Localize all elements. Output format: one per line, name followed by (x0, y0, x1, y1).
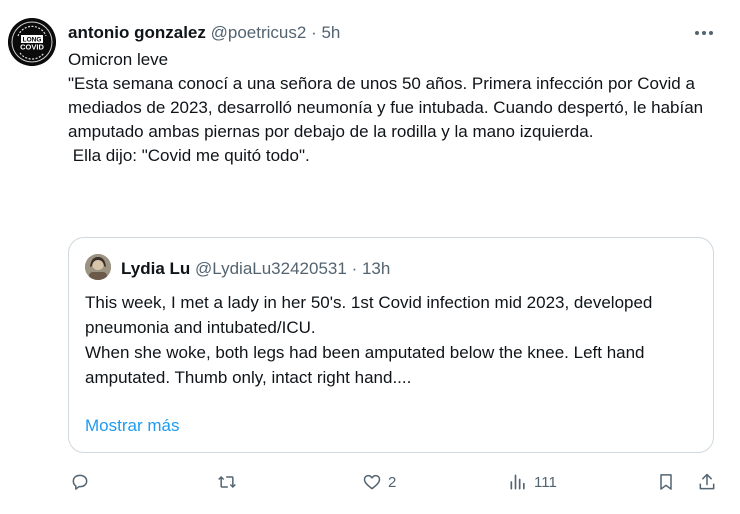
retweet-button[interactable] (217, 468, 243, 496)
quoted-paragraph: This week, I met a lady in her 50's. 1st… (85, 293, 658, 337)
bookmark-icon (660, 474, 672, 490)
long-covid-logo: LONG COVID (8, 18, 56, 66)
more-options-icon[interactable] (692, 22, 716, 44)
tweet[interactable]: LONG COVID antonio gonzalez @poetricus2 … (0, 0, 740, 514)
bookmark-button[interactable] (656, 468, 676, 496)
views-button[interactable]: 111 (508, 468, 557, 496)
separator-dot: · (311, 23, 317, 42)
like-count: 2 (388, 473, 397, 491)
reply-icon (72, 474, 88, 490)
tweet-text: Omicron leve "Esta semana conocí a una s… (68, 48, 728, 168)
quoted-author-handle[interactable]: @LydiaLu32420531 (195, 259, 347, 278)
separator-dot: · (351, 259, 358, 278)
share-button[interactable] (697, 468, 717, 496)
quoted-author-name[interactable]: Lydia Lu (121, 259, 190, 278)
quoted-tweet[interactable]: Lydia Lu @LydiaLu32420531 · 13h This wee… (68, 237, 714, 453)
share-icon (699, 473, 715, 490)
quoted-author-avatar[interactable] (85, 254, 111, 280)
tweet-paragraph: Omicron leve (68, 50, 169, 69)
action-bar: 2 111 (0, 468, 740, 496)
quoted-paragraph: When she woke, both legs had been amputa… (85, 343, 650, 387)
tweet-timestamp[interactable]: 5h (321, 23, 340, 42)
like-button[interactable]: 2 (362, 468, 396, 496)
author-name[interactable]: antonio gonzalez (68, 23, 206, 42)
author-avatar[interactable]: LONG COVID (8, 18, 56, 66)
tweet-paragraph: "Esta semana conocí a una señora de unos… (68, 74, 708, 141)
heart-icon (363, 474, 381, 490)
views-count: 111 (534, 473, 557, 491)
quoted-tweet-header: Lydia Lu @LydiaLu32420531 · 13h (121, 258, 390, 280)
tweet-header: antonio gonzalez @poetricus2 · 5h (68, 22, 340, 44)
quoted-tweet-timestamp[interactable]: 13h (362, 259, 390, 278)
views-icon (510, 474, 525, 490)
quoted-tweet-text: This week, I met a lady in her 50's. 1st… (85, 290, 705, 390)
reply-button[interactable] (70, 468, 96, 496)
svg-text:COVID: COVID (20, 43, 44, 52)
show-more-link[interactable]: Mostrar más (85, 414, 179, 438)
tweet-paragraph: Ella dijo: "Covid me quitó todo". (68, 146, 310, 165)
retweet-icon (218, 475, 236, 489)
author-handle[interactable]: @poetricus2 (211, 23, 307, 42)
